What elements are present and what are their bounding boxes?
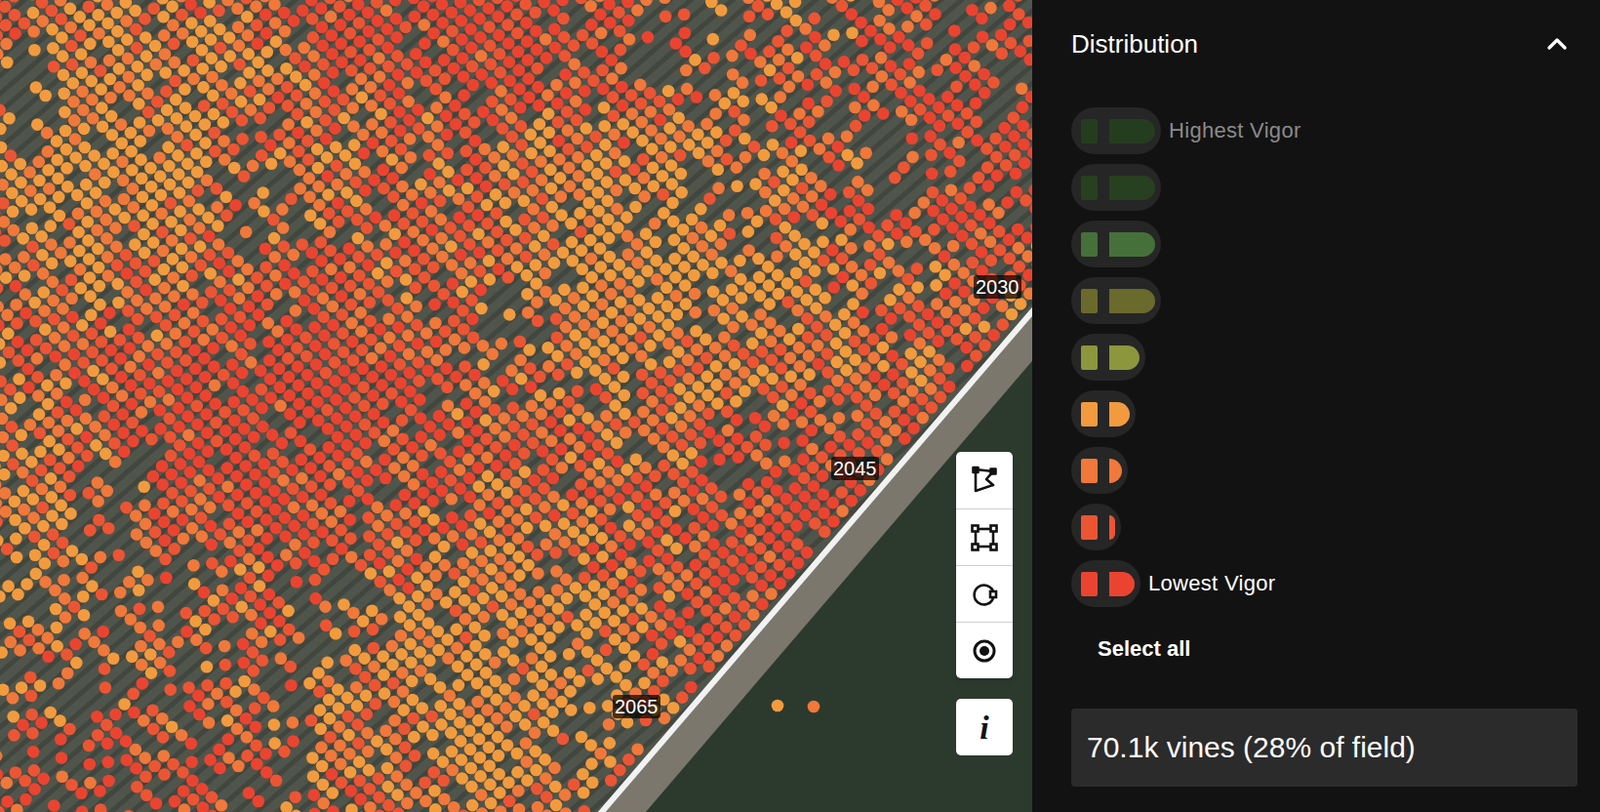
- map-label: 2045: [831, 456, 880, 480]
- legend-label: Lowest Vigor: [1148, 569, 1276, 598]
- legend-row[interactable]: [1071, 277, 1577, 324]
- map[interactable]: 2030 2045 2065 i: [0, 0, 1033, 812]
- legend-row[interactable]: [1071, 446, 1577, 494]
- legend: Highest Vigor Lowest Vigor: [1071, 107, 1577, 607]
- legend-pill[interactable]: [1071, 560, 1141, 607]
- legend-bar: [1109, 232, 1156, 257]
- legend-row[interactable]: [1071, 163, 1577, 211]
- point-select-icon: [969, 636, 1000, 666]
- legend-pill[interactable]: [1071, 333, 1146, 381]
- map-label: 2065: [612, 694, 661, 719]
- legend-pill[interactable]: [1071, 220, 1161, 268]
- legend-pill[interactable]: [1071, 163, 1161, 211]
- legend-bar: [1109, 175, 1156, 200]
- legend-bar: [1109, 571, 1135, 597]
- lasso-tool[interactable]: [956, 564, 1013, 622]
- legend-pill[interactable]: [1071, 107, 1161, 155]
- rectangle-tool[interactable]: [956, 508, 1013, 565]
- summary-box: 70.1k vines (28% of field): [1071, 708, 1578, 787]
- polygon-draw-icon: [969, 465, 1000, 495]
- map-toolbar: [956, 451, 1013, 679]
- legend-swatch: [1080, 571, 1098, 597]
- legend-row[interactable]: [1071, 503, 1577, 551]
- legend-row[interactable]: [1071, 390, 1577, 438]
- legend-pill[interactable]: [1071, 390, 1136, 438]
- rectangle-select-icon: [969, 522, 1000, 553]
- collapse-button[interactable]: [1537, 27, 1577, 61]
- legend-swatch: [1080, 232, 1098, 257]
- legend-bar: [1109, 288, 1156, 314]
- panel-title: Distribution: [1071, 27, 1199, 61]
- legend-swatch: [1080, 515, 1098, 540]
- legend-bar: [1109, 345, 1140, 370]
- legend-label: Highest Vigor: [1168, 117, 1302, 145]
- legend-swatch: [1080, 175, 1098, 200]
- legend-bar: [1109, 515, 1116, 540]
- panel-header: Distribution: [1071, 27, 1577, 61]
- vine-dots: [0, 0, 1033, 812]
- select-all-button[interactable]: Select all: [1071, 624, 1200, 674]
- chevron-up-icon: [1541, 28, 1573, 60]
- legend-swatch: [1080, 345, 1098, 370]
- legend-swatch: [1080, 401, 1098, 427]
- legend-bar: [1109, 401, 1130, 427]
- legend-row[interactable]: [1071, 220, 1577, 268]
- legend-pill[interactable]: [1071, 503, 1121, 551]
- legend-bar: [1109, 458, 1122, 483]
- legend-row[interactable]: Highest Vigor: [1071, 107, 1577, 155]
- legend-row[interactable]: Lowest Vigor: [1071, 560, 1577, 607]
- polygon-tool[interactable]: [956, 451, 1013, 509]
- legend-bar: [1109, 119, 1156, 144]
- legend-swatch: [1080, 288, 1098, 314]
- summary-text: 70.1k vines (28% of field): [1086, 728, 1416, 766]
- info-button[interactable]: i: [956, 698, 1013, 756]
- point-tool[interactable]: [956, 621, 1013, 679]
- legend-row[interactable]: [1071, 333, 1577, 381]
- distribution-panel: Distribution Highest Vigor Lowest Vigor Sel…: [1032, 0, 1600, 812]
- map-canvas[interactable]: [0, 0, 1033, 812]
- legend-swatch: [1080, 458, 1098, 483]
- legend-pill[interactable]: [1071, 446, 1128, 494]
- legend-pill[interactable]: [1071, 277, 1161, 324]
- app: 2030 2045 2065 i Distribution Highest Vigor Lo…: [0, 0, 1600, 812]
- lasso-icon: [969, 579, 1000, 609]
- map-label: 2030: [973, 275, 1022, 299]
- legend-swatch: [1080, 119, 1098, 144]
